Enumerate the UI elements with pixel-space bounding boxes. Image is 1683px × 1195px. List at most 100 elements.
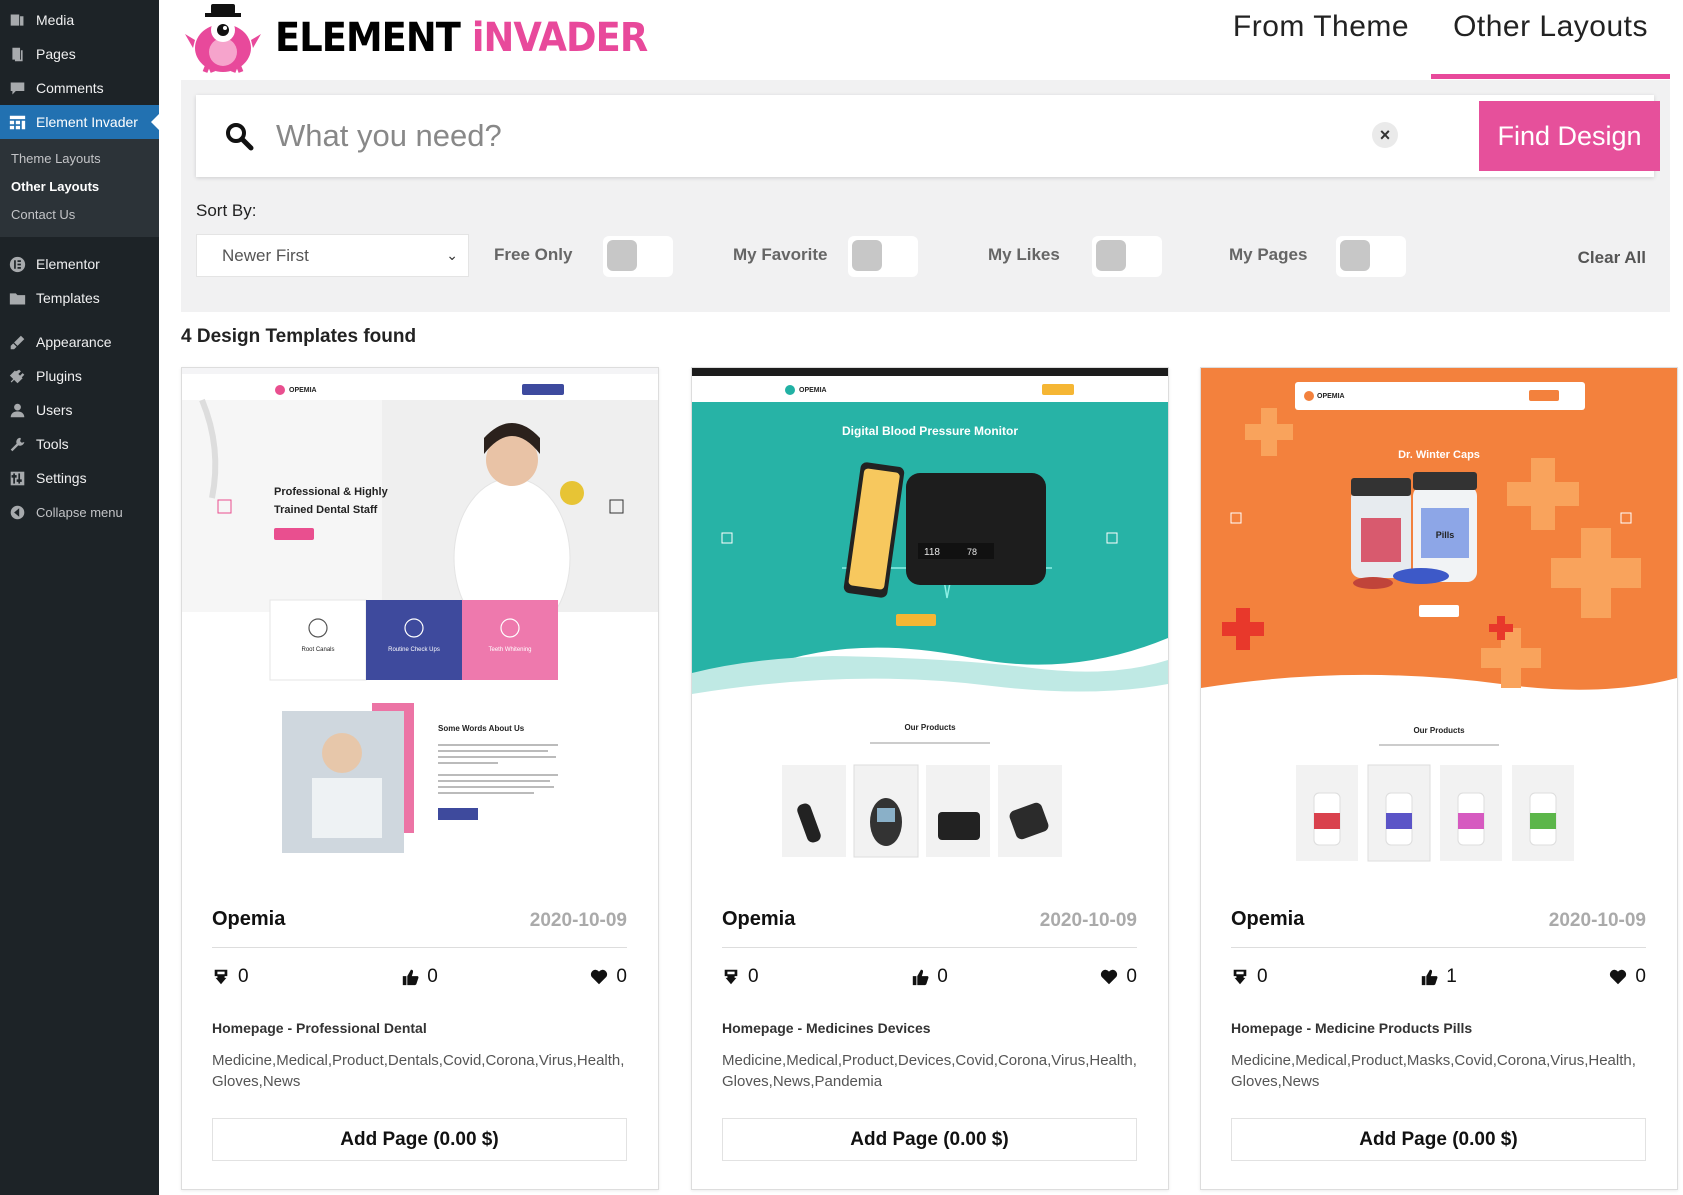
template-preview-pills[interactable]: OPEMIA Dr. Winter Caps Pills Our Product… bbox=[1201, 368, 1677, 866]
template-preview-devices[interactable]: OPEMIA Digital Blood Pressure Monitor 11… bbox=[692, 368, 1168, 866]
my-likes-label: My Likes bbox=[988, 245, 1060, 264]
favorites-stat[interactable]: 0 bbox=[1609, 966, 1646, 988]
sidebar-item-settings[interactable]: Settings bbox=[0, 461, 159, 495]
thumbs-up-icon bbox=[403, 969, 419, 986]
template-card: OPEMIA Professional & Highly Trained Den… bbox=[181, 367, 659, 1190]
pages-icon bbox=[9, 46, 26, 63]
comments-icon bbox=[9, 80, 26, 97]
clear-all-button[interactable]: Clear All bbox=[1578, 248, 1646, 268]
sidebar-submenu: Theme Layouts Other Layouts Contact Us bbox=[0, 139, 159, 237]
sidebar-item-label: Templates bbox=[36, 290, 100, 306]
sidebar-item-media[interactable]: Media bbox=[0, 3, 159, 37]
sidebar-item-label: Settings bbox=[36, 470, 87, 486]
sidebar-item-users[interactable]: Users bbox=[0, 393, 159, 427]
template-name: Homepage - Medicine Products Pills bbox=[1231, 1020, 1473, 1036]
favorites-count: 0 bbox=[1635, 966, 1646, 987]
submenu-other-layouts[interactable]: Other Layouts bbox=[0, 173, 159, 201]
thumb-products: Our Products bbox=[1413, 726, 1465, 735]
likes-count: 0 bbox=[427, 966, 438, 987]
elementor-icon bbox=[9, 256, 26, 273]
sidebar-item-appearance[interactable]: Appearance bbox=[0, 325, 159, 359]
likes-stat[interactable]: 0 bbox=[911, 966, 948, 988]
monster-mascot-icon bbox=[185, 4, 261, 73]
downloads-stat[interactable]: 0 bbox=[1231, 966, 1268, 988]
sort-select[interactable]: Newer First ⌄ bbox=[196, 234, 469, 277]
template-card: OPEMIA Digital Blood Pressure Monitor 11… bbox=[691, 367, 1169, 1190]
thumb-headline: Dr. Winter Caps bbox=[1398, 449, 1480, 461]
search-bar: × Find Design bbox=[196, 95, 1660, 177]
logo-part2: iNVADER bbox=[471, 15, 648, 61]
favorites-count: 0 bbox=[1126, 966, 1137, 987]
downloads-count: 0 bbox=[238, 966, 249, 987]
sidebar-item-elementor[interactable]: Elementor bbox=[0, 247, 159, 281]
template-tags: Medicine,Medical,Product,Masks,Covid,Cor… bbox=[1231, 1052, 1636, 1090]
favorites-stat[interactable]: 0 bbox=[590, 966, 627, 988]
my-likes-toggle[interactable] bbox=[1092, 236, 1162, 277]
downloads-stat[interactable]: 0 bbox=[212, 966, 249, 988]
my-pages-toggle[interactable] bbox=[1336, 236, 1406, 277]
add-page-button[interactable]: Add Page (0.00 $) bbox=[212, 1118, 627, 1161]
sidebar-item-label: Tools bbox=[36, 436, 69, 452]
wrench-icon bbox=[9, 436, 26, 453]
sidebar-item-templates[interactable]: Templates bbox=[0, 281, 159, 315]
sidebar-item-label: Element Invader bbox=[36, 114, 138, 130]
my-favorite-toggle[interactable] bbox=[848, 236, 918, 277]
sidebar-item-label: Users bbox=[36, 402, 73, 418]
thumb-about: Some Words About Us bbox=[438, 724, 525, 733]
template-name: Homepage - Medicines Devices bbox=[722, 1020, 931, 1036]
favorites-stat[interactable]: 0 bbox=[1100, 966, 1137, 988]
card-date: 2020-10-09 bbox=[529, 910, 627, 931]
plug-icon bbox=[9, 368, 26, 385]
thumb-products: Our Products bbox=[904, 723, 956, 732]
media-icon bbox=[9, 12, 26, 29]
likes-stat[interactable]: 0 bbox=[401, 966, 438, 988]
submenu-contact-us[interactable]: Contact Us bbox=[0, 201, 159, 229]
sidebar-item-plugins[interactable]: Plugins bbox=[0, 359, 159, 393]
downloads-stat[interactable]: 0 bbox=[722, 966, 759, 988]
thumb-reading: 118 bbox=[924, 547, 940, 558]
sidebar-item-label: Collapse menu bbox=[36, 504, 123, 520]
template-tags: Medicine,Medical,Product,Dentals,Covid,C… bbox=[212, 1052, 625, 1090]
collapse-menu-button[interactable]: Collapse menu bbox=[0, 495, 159, 529]
chevron-down-icon: ⌄ bbox=[446, 247, 458, 263]
logo-part1: ELEMENT bbox=[275, 15, 461, 61]
logo-wordmark: ELEMENT iNVADER bbox=[275, 15, 648, 61]
sidebar-item-pages[interactable]: Pages bbox=[0, 37, 159, 71]
heart-icon bbox=[1610, 969, 1627, 985]
thumb-box3: Teeth Whitening bbox=[488, 647, 531, 653]
brand-logo: ELEMENT iNVADER bbox=[181, 0, 680, 76]
clear-search-button[interactable]: × bbox=[1372, 122, 1398, 148]
brush-icon bbox=[9, 334, 26, 351]
thumbs-up-icon bbox=[1422, 969, 1438, 986]
my-favorite-label: My Favorite bbox=[733, 245, 828, 264]
sidebar-item-tools[interactable]: Tools bbox=[0, 427, 159, 461]
likes-stat[interactable]: 1 bbox=[1420, 966, 1457, 988]
search-input[interactable] bbox=[276, 95, 1296, 177]
download-icon bbox=[214, 969, 228, 985]
sidebar-item-comments[interactable]: Comments bbox=[0, 71, 159, 105]
card-date: 2020-10-09 bbox=[1548, 910, 1646, 931]
template-preview-dental[interactable]: OPEMIA Professional & Highly Trained Den… bbox=[182, 368, 658, 866]
add-page-button[interactable]: Add Page (0.00 $) bbox=[1231, 1118, 1646, 1161]
thumb-box1: Root Canals bbox=[301, 647, 334, 653]
tab-from-theme[interactable]: From Theme bbox=[1211, 0, 1431, 80]
sidebar-item-label: Plugins bbox=[36, 368, 82, 384]
filter-panel: × Find Design Sort By: Newer First ⌄ Fre… bbox=[181, 80, 1670, 312]
settings-icon bbox=[9, 470, 26, 487]
find-design-button[interactable]: Find Design bbox=[1479, 101, 1660, 171]
thumb-brand: OPEMIA bbox=[289, 387, 317, 394]
tab-other-layouts[interactable]: Other Layouts bbox=[1431, 0, 1670, 79]
add-page-button[interactable]: Add Page (0.00 $) bbox=[722, 1118, 1137, 1161]
thumb-bottle-label: Pills bbox=[1436, 530, 1455, 540]
card-body: Opemia 2020-10-09 0 0 0 Homepage - Medic… bbox=[722, 908, 1137, 1092]
thumb-brand: OPEMIA bbox=[799, 387, 827, 394]
favorites-count: 0 bbox=[616, 966, 627, 987]
downloads-count: 0 bbox=[1257, 966, 1268, 987]
sidebar-item-element-invader[interactable]: Element Invader bbox=[0, 105, 159, 139]
submenu-theme-layouts[interactable]: Theme Layouts bbox=[0, 145, 159, 173]
template-name: Homepage - Professional Dental bbox=[212, 1020, 427, 1036]
likes-count: 1 bbox=[1446, 966, 1457, 987]
sort-selected-value: Newer First bbox=[222, 246, 309, 265]
grid-icon bbox=[9, 114, 26, 131]
free-only-toggle[interactable] bbox=[603, 236, 673, 277]
